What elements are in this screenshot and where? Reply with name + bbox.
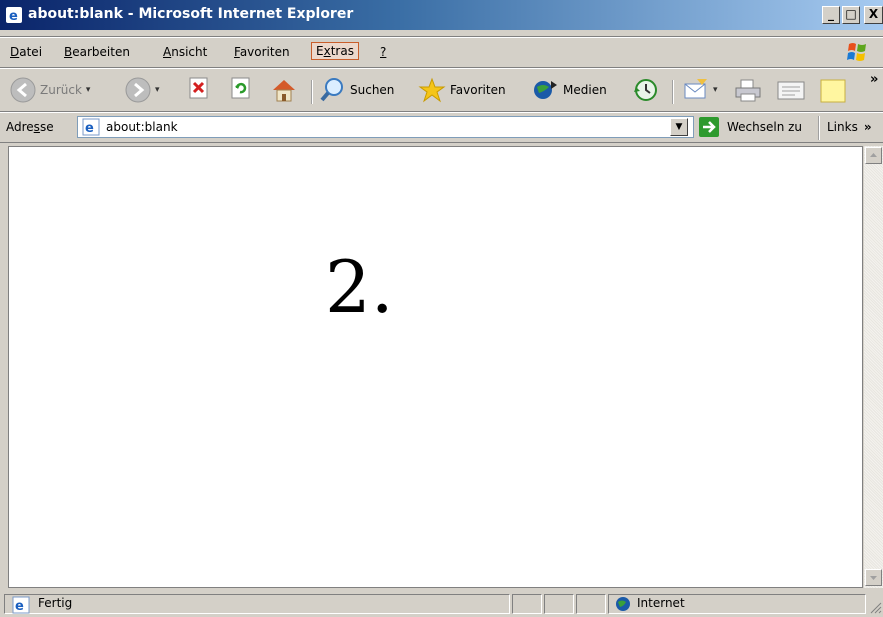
search-button[interactable]: Suchen — [320, 77, 394, 103]
menu-bar: Datei Bearbeiten Ansicht Favoriten Extra… — [0, 38, 883, 68]
arrow-down-icon — [870, 576, 877, 580]
chevron-down-icon: ▼ — [675, 122, 683, 132]
menu-datei[interactable]: Datei — [10, 45, 42, 59]
mail-icon — [684, 79, 707, 99]
forward-button[interactable]: ▾ — [125, 77, 160, 103]
svg-text:e: e — [15, 599, 24, 614]
history-icon — [634, 79, 657, 101]
menu-favoriten[interactable]: Favoriten — [234, 45, 290, 59]
go-arrow-icon — [699, 117, 719, 137]
media-button[interactable]: Medien — [531, 77, 607, 103]
forward-arrow-icon — [125, 77, 151, 103]
refresh-button[interactable] — [230, 77, 252, 99]
favorites-button[interactable]: Favoriten — [418, 77, 506, 103]
toolbar-separator — [672, 80, 674, 104]
status-panel — [576, 594, 606, 614]
home-icon — [273, 80, 295, 102]
star-icon — [418, 77, 446, 103]
links-toolbar[interactable]: Links » — [827, 120, 872, 134]
ie-icon: e — [6, 7, 22, 23]
home-button[interactable] — [270, 77, 298, 103]
scroll-down-button[interactable] — [865, 569, 882, 586]
address-dropdown-button[interactable]: ▼ — [670, 118, 688, 136]
window-title: about:blank - Microsoft Internet Explore… — [28, 6, 354, 22]
svg-text:e: e — [9, 9, 18, 23]
stop-icon — [189, 77, 208, 99]
vertical-scrollbar[interactable] — [864, 146, 883, 588]
go-label: Wechseln zu — [727, 120, 803, 134]
edit-page-icon — [777, 81, 805, 100]
toolbar-chevron[interactable]: » — [870, 72, 878, 87]
back-button[interactable]: Zurück ▾ — [10, 77, 90, 103]
scroll-up-button[interactable] — [865, 147, 882, 164]
minimize-button[interactable]: _ — [822, 6, 840, 24]
maximize-button[interactable]: □ — [842, 6, 860, 24]
standard-toolbar: Zurück ▾ ▾ Suchen Favoriten Medien ▾ » — [0, 68, 883, 112]
resize-grip-icon[interactable] — [868, 600, 882, 614]
windows-logo-icon — [847, 43, 866, 61]
address-url: about:blank — [106, 120, 178, 134]
links-label: Links — [827, 120, 858, 134]
go-button[interactable]: Wechseln zu — [698, 116, 802, 138]
messenger-button[interactable] — [818, 77, 848, 105]
address-label: Adresse — [6, 120, 54, 134]
status-panel — [512, 594, 542, 614]
page-icon: e — [82, 118, 100, 136]
favorites-label: Favoriten — [450, 83, 506, 97]
print-button[interactable] — [733, 77, 763, 103]
toolbar-separator — [818, 116, 820, 140]
page-content[interactable]: 2. — [8, 146, 863, 588]
menu-bearbeiten[interactable]: Bearbeiten — [64, 45, 130, 59]
printer-icon — [735, 79, 761, 102]
links-chevron[interactable]: » — [864, 120, 872, 134]
divider — [0, 142, 883, 143]
chevron-down-icon[interactable]: ▾ — [86, 85, 91, 95]
back-label: Zurück — [40, 83, 82, 97]
svg-text:e: e — [85, 121, 94, 136]
title-bar[interactable]: e about:blank - Microsoft Internet Explo… — [0, 0, 883, 30]
close-button[interactable]: X — [864, 6, 883, 24]
chevron-down-icon[interactable]: ▾ — [713, 85, 718, 95]
status-text: Fertig — [38, 596, 73, 610]
arrow-up-icon — [870, 153, 877, 157]
search-icon — [320, 78, 343, 102]
status-bar: e Fertig Internet — [0, 592, 883, 617]
zone-text: Internet — [637, 596, 685, 610]
status-panel — [544, 594, 574, 614]
note-icon — [820, 79, 846, 103]
menu-help[interactable]: ? — [380, 45, 386, 59]
status-panel — [4, 594, 510, 614]
chevron-down-icon[interactable]: ▾ — [155, 85, 160, 95]
divider — [0, 112, 883, 113]
menu-extras[interactable]: Extras — [311, 42, 359, 60]
history-button[interactable] — [632, 77, 660, 103]
menu-ansicht[interactable]: Ansicht — [163, 45, 207, 59]
refresh-icon — [231, 77, 250, 99]
mail-button[interactable]: ▾ — [683, 77, 718, 103]
stop-button[interactable] — [188, 77, 210, 99]
edit-button[interactable] — [775, 77, 807, 103]
page-text: 2. — [325, 245, 394, 329]
back-arrow-icon — [10, 77, 36, 103]
page-icon: e — [12, 596, 30, 614]
toolbar-separator — [311, 80, 313, 104]
search-label: Suchen — [350, 83, 395, 97]
internet-globe-icon — [616, 597, 630, 611]
media-label: Medien — [563, 83, 607, 97]
media-icon — [534, 81, 557, 99]
